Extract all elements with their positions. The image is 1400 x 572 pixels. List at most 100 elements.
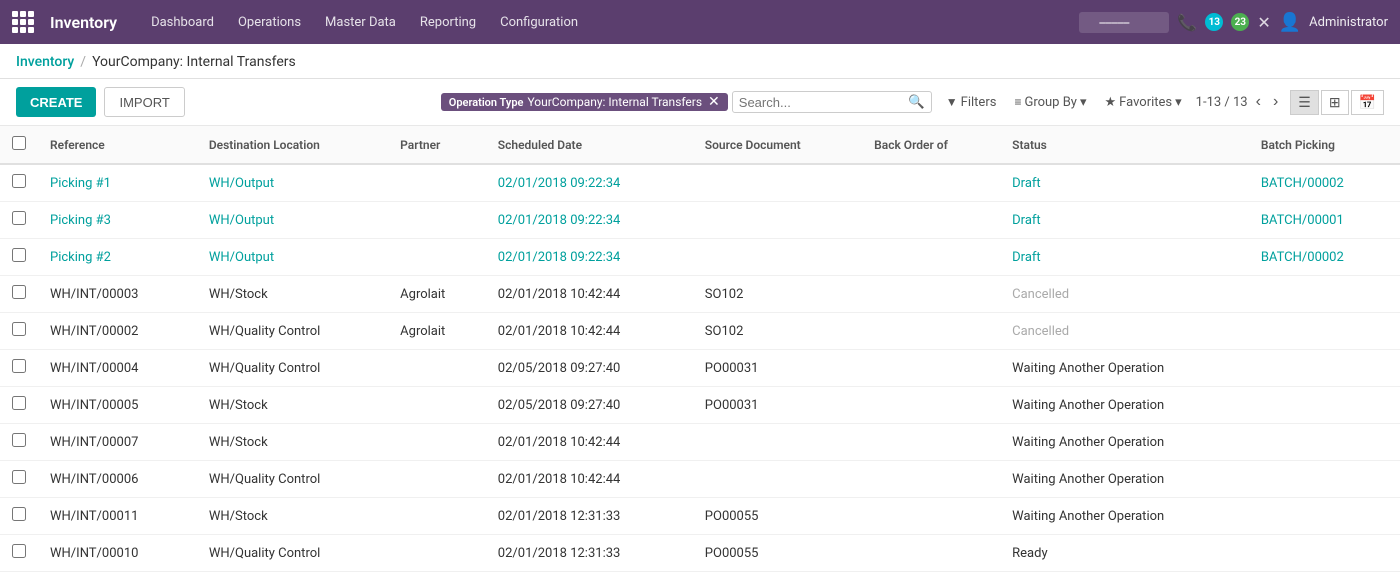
import-button[interactable]: IMPORT: [104, 87, 184, 117]
col-back-order[interactable]: Back Order of: [862, 126, 1000, 164]
row-status: Draft: [1000, 202, 1249, 239]
col-reference[interactable]: Reference: [38, 126, 197, 164]
partner-text: Agrolait: [400, 287, 445, 302]
create-button[interactable]: CREATE: [16, 87, 96, 117]
row-reference[interactable]: Picking #1: [38, 164, 197, 202]
messages-badge[interactable]: 13: [1205, 13, 1223, 31]
row-checkbox-cell[interactable]: [0, 498, 38, 535]
row-checkbox-cell[interactable]: [0, 239, 38, 276]
row-reference[interactable]: Picking #2: [38, 239, 197, 276]
favorites-button[interactable]: ★ Favorites ▾: [1099, 92, 1188, 113]
row-checkbox-cell[interactable]: [0, 202, 38, 239]
col-batch-picking[interactable]: Batch Picking: [1249, 126, 1400, 164]
row-destination[interactable]: WH/Output: [197, 202, 388, 239]
row-source-doc: [693, 461, 862, 498]
star-icon: ★: [1105, 95, 1117, 110]
filters-button[interactable]: ▼ Filters: [940, 92, 1003, 113]
row-scheduled-date[interactable]: 02/01/2018 09:22:34: [486, 202, 693, 239]
nav-dashboard[interactable]: Dashboard: [141, 11, 224, 34]
reference-text: WH/INT/00004: [50, 361, 138, 376]
destination-link[interactable]: WH/Output: [209, 176, 274, 191]
row-scheduled-date: 02/01/2018 12:31:33: [486, 498, 693, 535]
batch-link[interactable]: BATCH/00002: [1261, 250, 1344, 265]
date-link[interactable]: 02/01/2018 09:22:34: [498, 213, 621, 228]
row-checkbox[interactable]: [12, 359, 26, 373]
row-destination: WH/Stock: [197, 424, 388, 461]
next-page-button[interactable]: ›: [1269, 91, 1282, 113]
list-view-button[interactable]: ☰: [1290, 90, 1319, 115]
destination-link[interactable]: WH/Output: [209, 250, 274, 265]
search-input[interactable]: [739, 95, 908, 110]
row-back-order: [862, 387, 1000, 424]
nav-master-data[interactable]: Master Data: [315, 11, 406, 34]
row-checkbox-cell[interactable]: [0, 387, 38, 424]
nav-operations[interactable]: Operations: [228, 11, 311, 34]
row-checkbox-cell[interactable]: [0, 276, 38, 313]
phone-icon[interactable]: 📞: [1177, 13, 1197, 32]
filter-tag-value: YourCompany: Internal Transfers: [527, 95, 702, 109]
row-status: Draft: [1000, 239, 1249, 276]
row-checkbox[interactable]: [12, 285, 26, 299]
col-destination[interactable]: Destination Location: [197, 126, 388, 164]
filters-label: Filters: [961, 95, 997, 110]
nav-reporting[interactable]: Reporting: [410, 11, 486, 34]
row-scheduled-date[interactable]: 02/01/2018 09:22:34: [486, 239, 693, 276]
row-status: Draft: [1000, 164, 1249, 202]
settings-icon[interactable]: ✕: [1257, 13, 1270, 32]
row-checkbox[interactable]: [12, 396, 26, 410]
row-scheduled-date[interactable]: 02/01/2018 09:22:34: [486, 164, 693, 202]
row-checkbox[interactable]: [12, 470, 26, 484]
row-batch-picking[interactable]: BATCH/00002: [1249, 164, 1400, 202]
user-name[interactable]: Administrator: [1309, 15, 1388, 30]
date-link[interactable]: 02/01/2018 09:22:34: [498, 176, 621, 191]
reference-link[interactable]: Picking #3: [50, 213, 111, 228]
row-checkbox-cell[interactable]: [0, 535, 38, 572]
select-all-header[interactable]: [0, 126, 38, 164]
table-row: WH/INT/00005 WH/Stock 02/05/2018 09:27:4…: [0, 387, 1400, 424]
col-source-doc[interactable]: Source Document: [693, 126, 862, 164]
batch-link[interactable]: BATCH/00002: [1261, 176, 1344, 191]
col-scheduled-date[interactable]: Scheduled Date: [486, 126, 693, 164]
breadcrumb-parent[interactable]: Inventory: [16, 54, 74, 70]
reference-link[interactable]: Picking #2: [50, 250, 111, 265]
row-batch-picking[interactable]: BATCH/00002: [1249, 239, 1400, 276]
row-checkbox[interactable]: [12, 544, 26, 558]
row-checkbox-cell[interactable]: [0, 350, 38, 387]
col-partner[interactable]: Partner: [388, 126, 486, 164]
apps-icon[interactable]: [12, 11, 34, 33]
select-all-checkbox[interactable]: [12, 136, 26, 150]
row-checkbox[interactable]: [12, 248, 26, 262]
breadcrumb-separator: /: [80, 54, 86, 70]
prev-page-button[interactable]: ‹: [1252, 91, 1265, 113]
row-batch-picking[interactable]: BATCH/00001: [1249, 202, 1400, 239]
row-destination[interactable]: WH/Output: [197, 239, 388, 276]
col-status[interactable]: Status: [1000, 126, 1249, 164]
row-checkbox-cell[interactable]: [0, 164, 38, 202]
row-checkbox-cell[interactable]: [0, 461, 38, 498]
row-checkbox-cell[interactable]: [0, 424, 38, 461]
destination-link[interactable]: WH/Output: [209, 213, 274, 228]
row-checkbox-cell[interactable]: [0, 313, 38, 350]
row-scheduled-date: 02/01/2018 12:31:33: [486, 535, 693, 572]
row-source-doc: PO00055: [693, 498, 862, 535]
transfers-table: Reference Destination Location Partner S…: [0, 126, 1400, 572]
row-checkbox[interactable]: [12, 211, 26, 225]
row-partner: [388, 239, 486, 276]
row-checkbox[interactable]: [12, 507, 26, 521]
calendar-view-button[interactable]: 📅: [1351, 90, 1384, 115]
nav-configuration[interactable]: Configuration: [490, 11, 588, 34]
row-checkbox[interactable]: [12, 433, 26, 447]
notifications-badge[interactable]: 23: [1231, 13, 1249, 31]
kanban-view-button[interactable]: ⊞: [1321, 90, 1349, 115]
status-badge: Waiting Another Operation: [1012, 398, 1164, 413]
row-destination[interactable]: WH/Output: [197, 164, 388, 202]
row-checkbox[interactable]: [12, 322, 26, 336]
row-checkbox[interactable]: [12, 174, 26, 188]
batch-link[interactable]: BATCH/00001: [1261, 213, 1344, 228]
search-button[interactable]: 🔍: [908, 94, 925, 110]
date-link[interactable]: 02/01/2018 09:22:34: [498, 250, 621, 265]
reference-link[interactable]: Picking #1: [50, 176, 111, 191]
groupby-button[interactable]: ≡ Group By ▾: [1008, 92, 1092, 113]
row-reference[interactable]: Picking #3: [38, 202, 197, 239]
filter-tag-close-icon[interactable]: ✕: [708, 95, 720, 109]
